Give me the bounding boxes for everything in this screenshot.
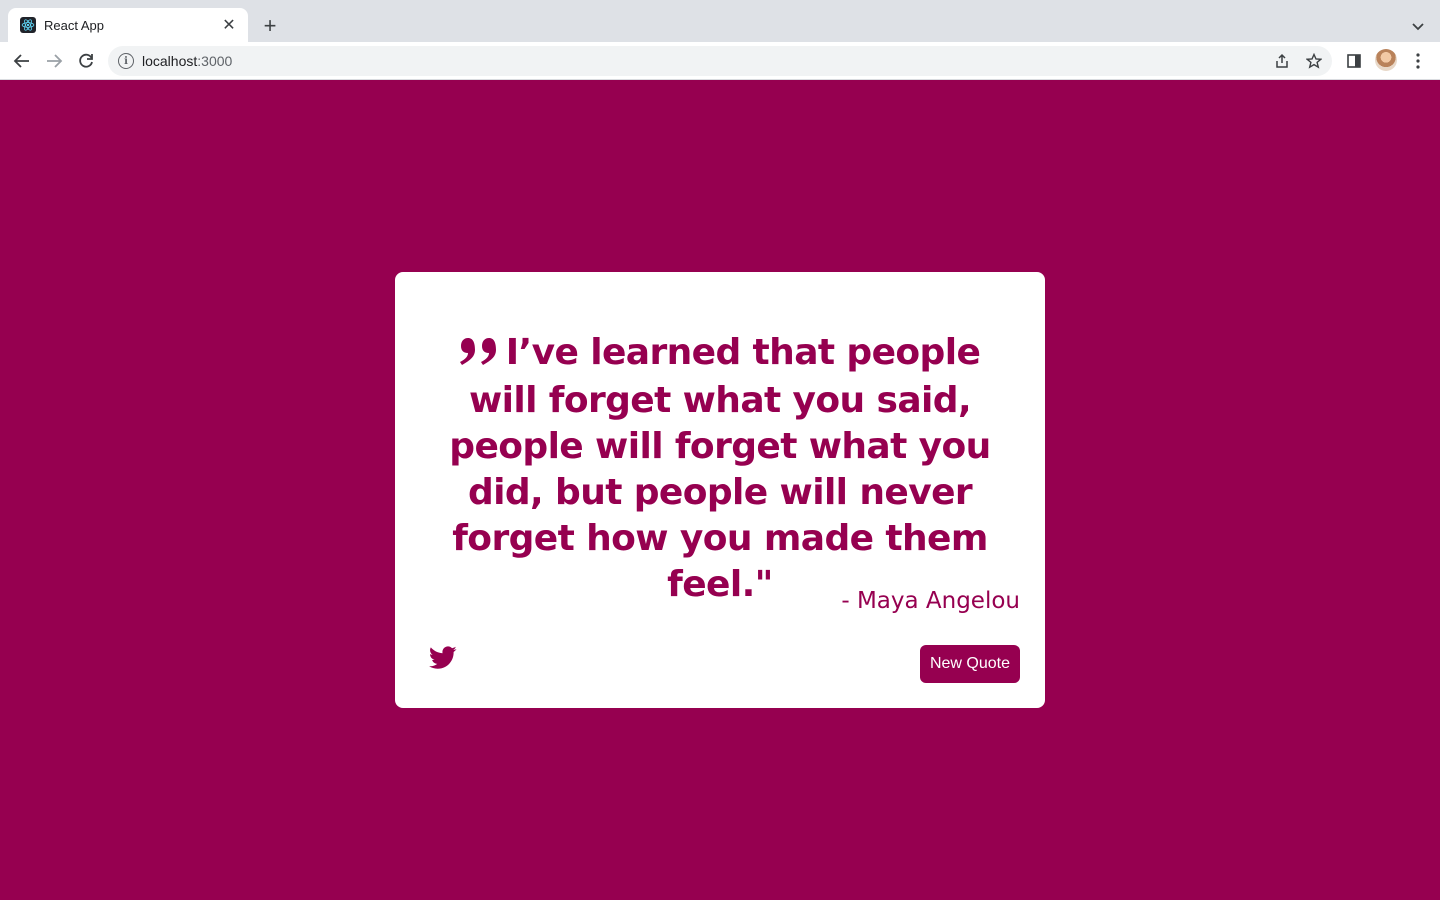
share-icon[interactable] (1270, 49, 1294, 73)
quote-text-container: I’ve learned that people will forget wha… (423, 330, 1017, 608)
quote-box: I’ve learned that people will forget wha… (395, 272, 1045, 708)
back-arrow-icon[interactable] (10, 49, 34, 73)
url-host: localhost (142, 53, 198, 69)
chevron-down-icon[interactable] (1408, 14, 1428, 38)
page-background: I’ve learned that people will forget wha… (0, 80, 1440, 900)
info-icon[interactable]: i (118, 53, 134, 69)
forward-arrow-icon[interactable] (42, 49, 66, 73)
profile-avatar[interactable] (1375, 49, 1397, 71)
reload-icon[interactable] (74, 49, 98, 73)
twitter-icon (429, 646, 457, 669)
browser-tabstrip: React App ✕ + (0, 0, 1440, 42)
quote-author: - Maya Angelou (841, 588, 1020, 614)
url-port: :3000 (197, 53, 233, 69)
new-tab-plus-icon[interactable]: + (258, 13, 282, 38)
address-bar[interactable]: i localhost:3000 (108, 46, 1332, 76)
star-icon[interactable] (1302, 49, 1326, 73)
quote-left-icon (459, 332, 498, 378)
browser-toolbar: i localhost:3000 (0, 42, 1440, 80)
new-quote-button[interactable]: New Quote (919, 645, 1020, 683)
tab-title: React App (44, 17, 104, 33)
tweet-quote-link[interactable] (429, 646, 457, 670)
browser-tab[interactable]: React App ✕ (8, 8, 248, 42)
react-favicon-icon (20, 17, 36, 33)
close-tab-icon[interactable]: ✕ (220, 16, 238, 34)
side-panel-icon[interactable] (1342, 49, 1366, 73)
quote-text: I’ve learned that people will forget wha… (449, 332, 991, 605)
kebab-menu-icon[interactable] (1406, 49, 1430, 73)
